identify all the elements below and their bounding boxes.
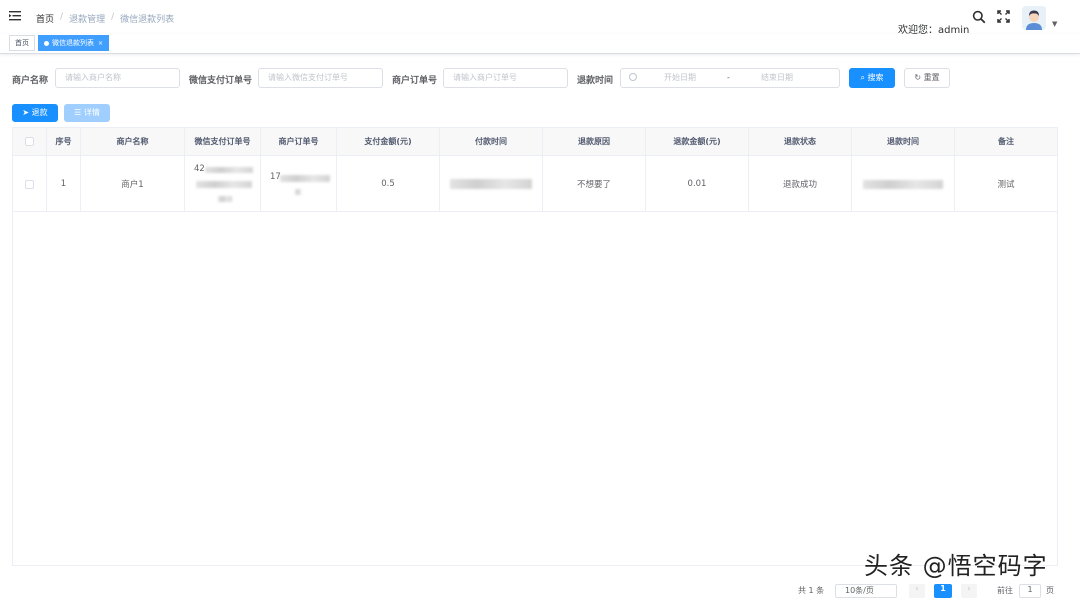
- column-header: 退款原因: [543, 128, 646, 156]
- next-page-button[interactable]: ›: [961, 584, 977, 598]
- index-cell: 1: [47, 156, 81, 212]
- refund-button-label: 退款: [31, 108, 48, 117]
- merchant-name-label: 商户名称: [12, 76, 49, 86]
- end-date-placeholder[interactable]: 结束日期: [761, 69, 793, 87]
- table-row[interactable]: 1 商户1 42 17 0.5 不想要了 0.01 退款成功 测试: [13, 156, 1057, 212]
- refund-table: 序号 商户名称 微信支付订单号 商户订单号 支付金额(元) 付款时间 退款原因 …: [12, 127, 1058, 566]
- reset-button-label: 重置: [923, 73, 940, 82]
- column-header: 商户名称: [81, 128, 185, 156]
- wx-order-input[interactable]: 请输入微信支付订单号: [258, 68, 383, 88]
- redacted-text: [863, 179, 943, 189]
- refresh-icon: ↻: [914, 73, 922, 82]
- breadcrumb-separator: /: [60, 12, 64, 22]
- breadcrumb-refund-management[interactable]: 退款管理: [69, 12, 105, 25]
- refund-time-range[interactable]: 开始日期 - 结束日期: [620, 68, 840, 88]
- placeholder: 请输入商户名称: [65, 73, 121, 82]
- redacted-text: [205, 167, 253, 173]
- breadcrumb-separator: /: [111, 12, 115, 22]
- row-checkbox[interactable]: [25, 179, 34, 189]
- tags-view: 首页 微信退款列表 ×: [0, 34, 1080, 54]
- pay-time-cell: [440, 156, 543, 212]
- send-icon: ➤: [22, 108, 30, 117]
- breadcrumb-current: 微信退款列表: [120, 15, 175, 25]
- breadcrumb-home[interactable]: 首页: [36, 12, 54, 25]
- tag-label: 微信退款列表: [52, 39, 94, 47]
- total-count: 共 1 条: [798, 586, 825, 595]
- reset-button[interactable]: ↻ 重置: [904, 68, 950, 88]
- pay-amount-cell: 0.5: [337, 156, 440, 212]
- merchant-order-label: 商户订单号: [392, 76, 438, 86]
- select-all-cell: [13, 128, 47, 156]
- refund-amount-cell: 0.01: [646, 156, 749, 212]
- column-header: 备注: [998, 137, 1014, 146]
- merchant-order-input[interactable]: 请输入商户订单号: [443, 68, 568, 88]
- page-size-select[interactable]: 10条/页: [835, 584, 897, 598]
- search-button[interactable]: ⌕ 搜索: [849, 68, 895, 88]
- hamburger-icon[interactable]: [9, 10, 21, 22]
- detail-button[interactable]: ☰ 详情: [64, 104, 110, 122]
- page-unit-label: 页: [1046, 586, 1054, 595]
- tag-wx-refund-list[interactable]: 微信退款列表 ×: [38, 35, 110, 51]
- reason-cell: 不想要了: [543, 156, 646, 212]
- redacted-text: [280, 175, 330, 182]
- placeholder: 请输入微信支付订单号: [268, 73, 348, 82]
- column-header: 付款时间: [440, 128, 543, 156]
- wx-order-prefix: 42: [194, 164, 205, 174]
- fullscreen-icon[interactable]: [997, 10, 1011, 24]
- merchant-order-cell: 17: [261, 156, 337, 212]
- refund-time-cell: [852, 156, 955, 212]
- redacted-text: [295, 189, 301, 195]
- column-header: 支付金额(元): [337, 128, 440, 156]
- avatar-icon[interactable]: [1022, 6, 1046, 30]
- prev-page-button[interactable]: ‹: [909, 584, 925, 598]
- pagination: 共 1 条 10条/页 ‹ 1 › 前往 1 页: [0, 584, 1080, 598]
- close-icon[interactable]: ×: [98, 40, 103, 47]
- column-header: 退款状态: [749, 128, 852, 156]
- clock-icon: [629, 72, 637, 81]
- goto-page-input[interactable]: 1: [1019, 584, 1041, 598]
- start-date-placeholder[interactable]: 开始日期: [664, 69, 696, 87]
- goto-label: 前往: [997, 586, 1013, 595]
- chevron-down-icon[interactable]: ▼: [1052, 20, 1057, 28]
- tag-label: 首页: [15, 39, 29, 47]
- watermark: 头条 @悟空码字: [864, 552, 1048, 580]
- search-icon: ⌕: [860, 73, 865, 82]
- action-toolbar: ➤ 退款 ☰ 详情: [0, 104, 1080, 122]
- status-cell: 退款成功: [749, 156, 852, 212]
- search-form: 商户名称 请输入商户名称 微信支付订单号 请输入微信支付订单号 商户订单号 请输…: [0, 68, 1080, 88]
- redacted-text: [218, 196, 232, 202]
- redacted-text: [196, 181, 252, 188]
- navbar: 首页 / 退款管理 / 微信退款列表 欢迎您：admin ▼: [0, 0, 1080, 36]
- search-icon[interactable]: [972, 10, 986, 24]
- column-header: 微信支付订单号: [185, 128, 261, 156]
- wx-order-label: 微信支付订单号: [189, 76, 253, 86]
- remark-cell: 测试: [997, 180, 1015, 190]
- column-header: 序号: [47, 128, 81, 156]
- merchant-cell: 商户1: [81, 156, 185, 212]
- redacted-text: [450, 179, 532, 189]
- search-button-label: 搜索: [867, 73, 884, 82]
- breadcrumb: 首页 / 退款管理 / 微信退款列表: [36, 12, 174, 25]
- refund-time-label: 退款时间: [577, 76, 614, 86]
- tag-home[interactable]: 首页: [9, 35, 35, 51]
- detail-button-label: 详情: [83, 108, 100, 117]
- list-icon: ☰: [74, 108, 82, 117]
- row-select-cell: [13, 156, 47, 212]
- active-dot-icon: [44, 40, 49, 46]
- placeholder: 请输入商户订单号: [453, 73, 517, 82]
- select-all-checkbox[interactable]: [25, 137, 34, 146]
- column-header: 退款金额(元): [646, 128, 749, 156]
- range-separator: -: [727, 73, 730, 82]
- column-header: 退款时间: [852, 128, 955, 156]
- merchant-name-input[interactable]: 请输入商户名称: [55, 68, 180, 88]
- wx-order-cell: 42: [185, 156, 261, 212]
- refund-button[interactable]: ➤ 退款: [12, 104, 58, 122]
- table-header: 序号 商户名称 微信支付订单号 商户订单号 支付金额(元) 付款时间 退款原因 …: [13, 128, 1057, 156]
- column-header: 商户订单号: [261, 128, 337, 156]
- page-number-current[interactable]: 1: [934, 584, 952, 598]
